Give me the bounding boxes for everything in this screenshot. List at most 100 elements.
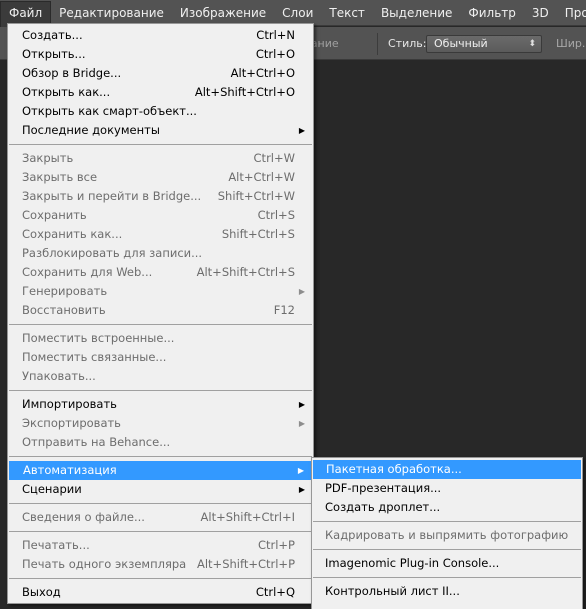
- menu-item[interactable]: Создать... Ctrl+N: [8, 26, 313, 45]
- automation-submenu: Пакетная обработка... PDF-презентация... С…: [311, 457, 583, 609]
- menu-item-label: Восстановить: [22, 303, 106, 317]
- menu-item-shortcut: Alt+Ctrl+W: [228, 170, 295, 184]
- menu-item-label: Генерировать: [22, 284, 108, 298]
- menu-item[interactable]: Выход Ctrl+Q: [8, 583, 313, 602]
- menu-item-label: Отправить на Behance...: [22, 435, 171, 449]
- menu-item[interactable]: Импортировать ▶: [8, 395, 313, 414]
- menu-item[interactable]: Сохранить для Web... Alt+Shift+Ctrl+S: [8, 263, 313, 282]
- menu-edit[interactable]: Редактирование: [51, 1, 172, 25]
- menu-item[interactable]: PDF-презентация...: [312, 479, 582, 498]
- menu-item[interactable]: Imagenomic Plug-in Console...: [312, 554, 582, 573]
- menu-item-shortcut: Alt+Shift+Ctrl+I: [200, 510, 295, 524]
- menu-item[interactable]: Создать дроплет...: [312, 498, 582, 517]
- menu-item-label: Кадрировать и выпрямить фотографию: [325, 528, 569, 542]
- file-menu: Создать... Ctrl+N Открыть... Ctrl+O Обзор в …: [7, 23, 314, 604]
- menu-item-label: Автоматизация: [23, 463, 117, 477]
- menu-item-label: Сохранить: [22, 208, 87, 222]
- menu-item-label: Закрыть: [22, 151, 74, 165]
- menu-item[interactable]: Печать одного экземпляра Alt+Shift+Ctrl+P: [8, 555, 313, 574]
- menu-item[interactable]: Последние документы ▶: [8, 121, 313, 140]
- menu-item-label: Сведения о файле...: [22, 510, 145, 524]
- menu-item[interactable]: Поместить встроенные...: [8, 329, 313, 348]
- menu-item[interactable]: Упаковать...: [8, 367, 313, 386]
- menu-item[interactable]: Автоматизация ▶: [9, 461, 312, 480]
- menu-item-label: Создать...: [22, 28, 83, 42]
- menu-item[interactable]: Восстановить F12: [8, 301, 313, 320]
- menu-item[interactable]: Разблокировать для записи...: [8, 244, 313, 263]
- menu-select[interactable]: Выделение: [373, 1, 460, 25]
- submenu-arrow-icon: ▶: [298, 400, 305, 409]
- menu-separator: [313, 577, 581, 578]
- menu-item-label: Выход: [22, 585, 61, 599]
- menu-item-label: Создать дроплет...: [325, 500, 441, 514]
- menu-image[interactable]: Изображение: [172, 1, 274, 25]
- menu-filter[interactable]: Фильтр: [460, 1, 523, 25]
- menu-item[interactable]: Генерировать ▶: [8, 282, 313, 301]
- menu-item-shortcut: Shift+Ctrl+W: [217, 189, 295, 203]
- submenu-arrow-icon: ▶: [298, 485, 305, 494]
- menu-item-label: Сценарии: [22, 482, 82, 496]
- menu-item-label: Закрыть и перейти в Bridge...: [22, 189, 202, 203]
- menu-separator: [9, 144, 312, 145]
- menu-item-shortcut: Ctrl+P: [257, 538, 295, 552]
- menu-item-shortcut: Alt+Shift+Ctrl+P: [196, 557, 295, 571]
- menu-item-label: Открыть...: [22, 47, 86, 61]
- submenu-arrow-icon: ▶: [297, 466, 304, 475]
- menu-item[interactable]: Сохранить как... Shift+Ctrl+S: [8, 225, 313, 244]
- menu-item[interactable]: Пакетная обработка...: [313, 460, 581, 479]
- menu-item-label: PDF-презентация...: [325, 481, 442, 495]
- menu-item-label: Контрольный лист II...: [325, 584, 460, 598]
- submenu-arrow-icon: ▶: [298, 287, 305, 296]
- menu-item[interactable]: Закрыть Ctrl+W: [8, 149, 313, 168]
- menu-item[interactable]: Закрыть все Alt+Ctrl+W: [8, 168, 313, 187]
- menu-item-label: Открыть как смарт-объект...: [22, 104, 197, 118]
- menu-item-label: Импортировать: [22, 397, 117, 411]
- menu-item-shortcut: Ctrl+S: [257, 208, 295, 222]
- menu-item-shortcut: Ctrl+W: [253, 151, 295, 165]
- menu-item-label: Пакетная обработка...: [326, 462, 462, 476]
- menu-separator: [313, 521, 581, 522]
- menu-item-label: Разблокировать для записи...: [22, 246, 203, 260]
- menu-item-shortcut: Ctrl+Q: [255, 585, 295, 599]
- submenu-arrow-icon: ▶: [298, 419, 305, 428]
- menu-item[interactable]: Открыть как смарт-объект...: [8, 102, 313, 121]
- style-select-value: Обычный: [434, 37, 488, 50]
- menu-item-shortcut: Shift+Ctrl+S: [221, 227, 295, 241]
- menu-item[interactable]: Открыть... Ctrl+O: [8, 45, 313, 64]
- menu-item[interactable]: Сценарии ▶: [8, 480, 313, 499]
- menu-item-label: Печать одного экземпляра: [22, 557, 187, 571]
- menu-3d[interactable]: 3D: [524, 1, 557, 25]
- menu-item[interactable]: Сведения о файле... Alt+Shift+Ctrl+I: [8, 508, 313, 527]
- menu-separator: [9, 456, 312, 457]
- menu-item[interactable]: Кадрировать и выпрямить фотографию: [312, 526, 582, 545]
- menu-view[interactable]: Просмотр: [557, 1, 586, 25]
- menu-item-label: Поместить встроенные...: [22, 331, 175, 345]
- menu-item-shortcut: Ctrl+O: [255, 47, 295, 61]
- updown-arrows-icon: ⬍: [528, 39, 536, 49]
- menu-separator: [9, 503, 312, 504]
- menu-item[interactable]: Контрольный лист II...: [312, 582, 582, 601]
- menu-item[interactable]: Печатать... Ctrl+P: [8, 536, 313, 555]
- menu-type[interactable]: Текст: [321, 1, 373, 25]
- menu-item-shortcut: Ctrl+N: [256, 28, 295, 42]
- style-select[interactable]: Обычный ⬍: [426, 35, 542, 53]
- menu-item-label: Сохранить как...: [22, 227, 123, 241]
- menu-item[interactable]: Экспортировать ▶: [8, 414, 313, 433]
- width-label: Шир.:: [556, 37, 586, 50]
- menu-item[interactable]: Обзор в Bridge... Alt+Ctrl+O: [8, 64, 313, 83]
- menu-layers[interactable]: Слои: [274, 1, 321, 25]
- menu-item-label: Поместить связанные...: [22, 350, 167, 364]
- menu-item[interactable]: Сохранить Ctrl+S: [8, 206, 313, 225]
- menu-separator: [313, 549, 581, 550]
- menu-item[interactable]: Поместить связанные...: [8, 348, 313, 367]
- menu-item-shortcut: Alt+Shift+Ctrl+S: [196, 265, 295, 279]
- menu-item[interactable]: Отправить на Behance...: [8, 433, 313, 452]
- menu-item[interactable]: Открыть как... Alt+Shift+Ctrl+O: [8, 83, 313, 102]
- menu-separator: [9, 578, 312, 579]
- menu-item-label: Обзор в Bridge...: [22, 66, 122, 80]
- menu-item-shortcut: Alt+Shift+Ctrl+O: [194, 85, 295, 99]
- menu-item-label: Сохранить для Web...: [22, 265, 153, 279]
- menu-item-label: Печатать...: [22, 538, 90, 552]
- menu-separator: [9, 390, 312, 391]
- menu-item[interactable]: Закрыть и перейти в Bridge... Shift+Ctrl+…: [8, 187, 313, 206]
